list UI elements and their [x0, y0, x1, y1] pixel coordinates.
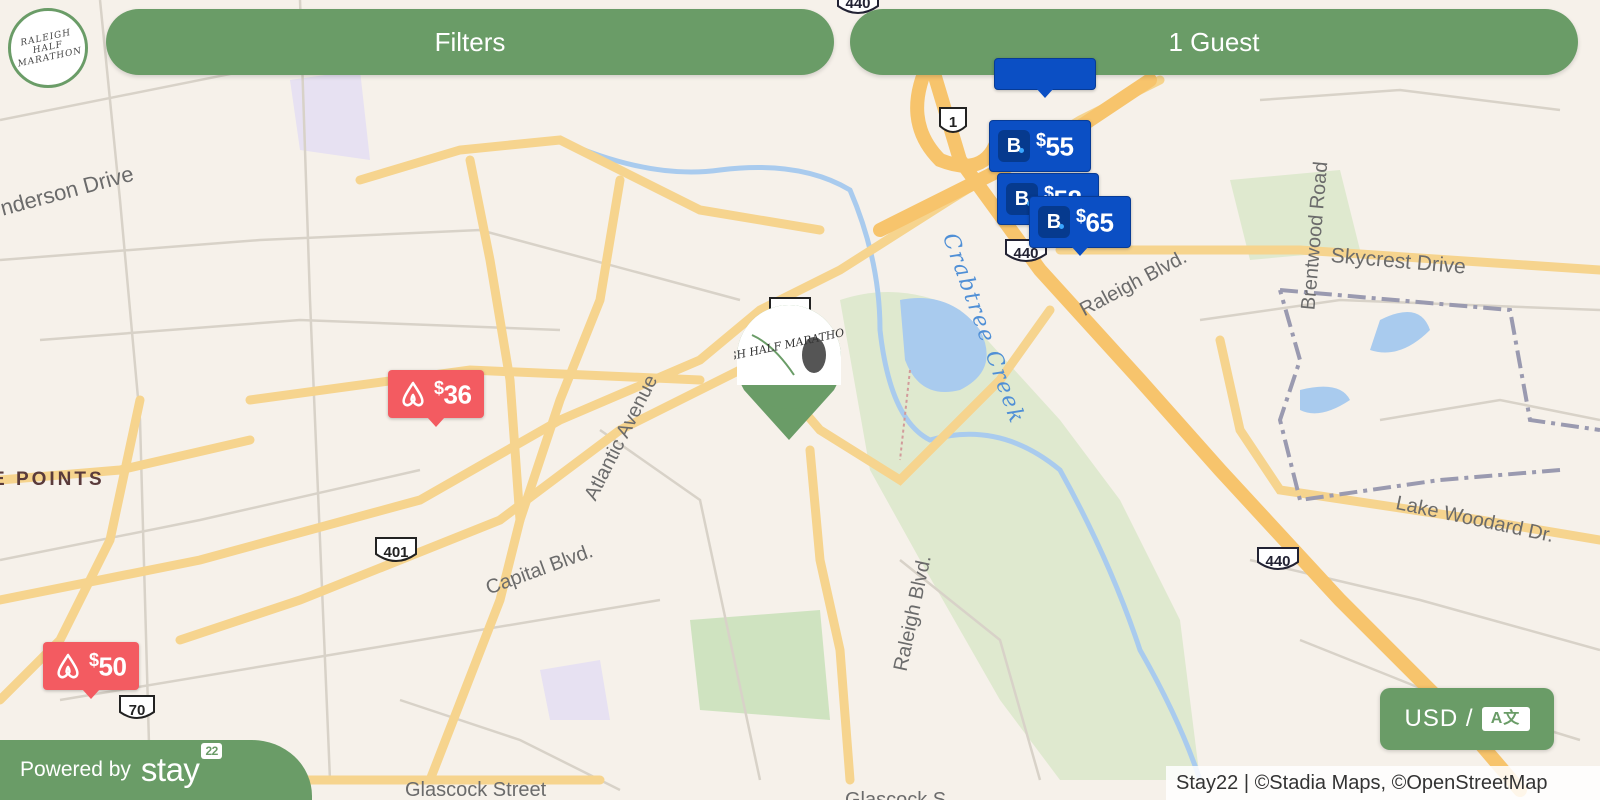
logo-text: RALEIGH HALF MARATHON	[16, 27, 84, 70]
price-label: $65	[1076, 205, 1114, 238]
guests-button[interactable]: 1 Guest	[850, 9, 1578, 75]
price-label: $36	[434, 377, 472, 410]
map-label-five-points: E POINTS	[0, 469, 105, 490]
price-label: $50	[89, 649, 127, 682]
filters-label: Filters	[434, 26, 506, 57]
route-shield-us70: 70	[119, 695, 155, 719]
attribution-text: Stay22 | ©Stadia Maps, ©OpenStreetMap	[1176, 771, 1548, 794]
airbnb-marker-36[interactable]: $36	[388, 370, 484, 427]
powered-by-text: Powered by	[20, 758, 131, 781]
booking-marker-55[interactable]: B $55	[989, 120, 1091, 172]
svg-text:70: 70	[129, 702, 146, 719]
svg-text:1: 1	[949, 114, 957, 131]
svg-text:440: 440	[1265, 553, 1290, 570]
booking-marker-65[interactable]: B $65	[1029, 196, 1131, 256]
airbnb-icon	[57, 653, 79, 679]
guests-label: 1 Guest	[1168, 26, 1260, 57]
svg-text:401: 401	[383, 544, 408, 561]
currency-language-button[interactable]: USD / A文	[1380, 688, 1554, 750]
map-label-glascock-street-2: Glascock S	[845, 789, 946, 800]
airbnb-marker-50[interactable]: $50	[43, 642, 139, 699]
booking-b-icon: B	[998, 130, 1030, 162]
filters-button[interactable]: Filters	[106, 9, 834, 75]
powered-by-badge[interactable]: Powered by stay 22	[0, 740, 312, 800]
map-label-glascock-street: Glascock Street	[405, 779, 547, 800]
raleigh-half-marathon-logo[interactable]: RALEIGH HALF MARATHON	[8, 8, 88, 88]
stay22-logo: stay 22	[141, 743, 222, 789]
route-shield-us401-b: 401	[375, 537, 417, 562]
event-location-pin[interactable]: RALEIGH HALF MARATHON	[734, 305, 844, 440]
map-attribution[interactable]: Stay22 | ©Stadia Maps, ©OpenStreetMap	[1166, 766, 1600, 800]
translate-icon: A文	[1481, 707, 1530, 731]
stay22-logo-badge: 22	[201, 743, 222, 759]
booking-b-icon: B	[1038, 206, 1070, 238]
airbnb-icon	[402, 381, 424, 407]
price-label: $55	[1036, 129, 1074, 162]
route-shield-us1: 1	[939, 107, 967, 133]
svg-text:440: 440	[845, 0, 870, 12]
currency-label: USD /	[1404, 705, 1474, 732]
booking-marker-hidden[interactable]	[994, 58, 1096, 98]
